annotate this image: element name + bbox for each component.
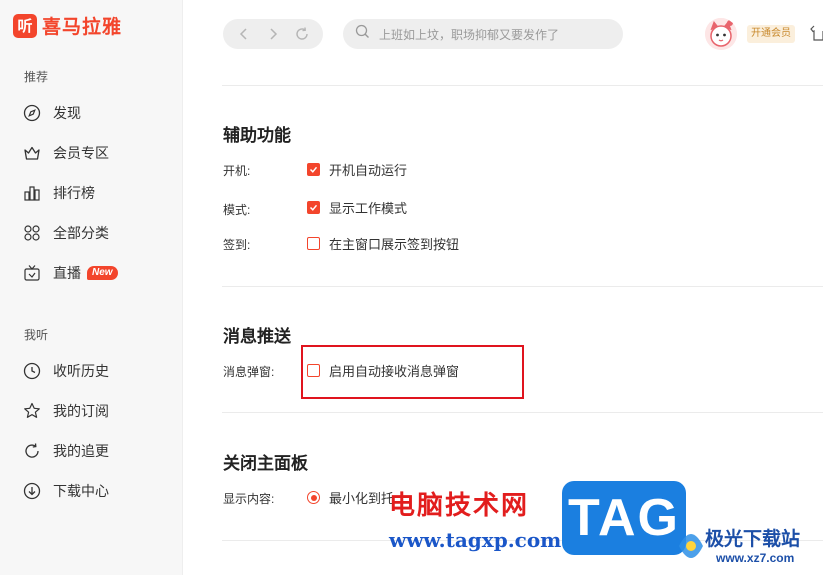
display-content-label: 显示内容:: [223, 492, 275, 506]
sidebar-item-label: 我的追更: [53, 443, 109, 459]
vip-button[interactable]: 开通会员: [747, 25, 795, 43]
minimize-tray-label: 最小化到托: [329, 491, 395, 506]
popup-label: 消息弹窗:: [223, 365, 275, 379]
sidebar-item-label: 发现: [53, 105, 81, 121]
signin-label: 签到:: [223, 238, 251, 252]
section-recommend-label: 推荐: [24, 70, 49, 84]
tv-icon: [22, 263, 42, 283]
new-badge: New: [87, 266, 118, 280]
app-logo[interactable]: 听 喜马拉雅: [13, 12, 122, 39]
logo-icon: 听: [13, 13, 37, 38]
checkbox-unchecked-icon: [307, 237, 320, 250]
divider: [222, 412, 823, 413]
signin-button-label: 在主窗口展示签到按钮: [329, 237, 460, 252]
skin-icon[interactable]: [810, 25, 823, 46]
sidebar: 听 喜马拉雅 推荐 发现 会员专区 排行榜 全部分类 直播 New 我听 收听历…: [0, 0, 183, 575]
sidebar-item-downloads[interactable]: 下载中心: [22, 479, 172, 503]
minimize-tray-radio[interactable]: 最小化到托: [307, 488, 394, 507]
watermark-site-url: www.xz7.com: [716, 551, 795, 565]
sidebar-item-discover[interactable]: 发现: [22, 101, 172, 125]
download-icon: [22, 481, 42, 501]
star-icon: [22, 401, 42, 421]
autostart-label: 开机自动运行: [329, 163, 408, 178]
sidebar-item-label: 我的订阅: [53, 403, 109, 419]
sidebar-item-history[interactable]: 收听历史: [22, 359, 172, 383]
watermark-text: 电脑技术网: [389, 491, 530, 521]
watermark-site-name: 极光下载站: [705, 529, 801, 550]
sidebar-item-ranking[interactable]: 排行榜: [22, 181, 172, 205]
divider: [222, 286, 823, 287]
sidebar-item-live[interactable]: 直播 New: [22, 261, 172, 285]
sidebar-item-label: 收听历史: [53, 363, 109, 379]
logo-text: 喜马拉雅: [42, 17, 123, 38]
sidebar-item-categories[interactable]: 全部分类: [22, 221, 172, 245]
crown-icon: [22, 143, 42, 163]
sidebar-item-following[interactable]: 我的追更: [22, 439, 172, 463]
highlight-annotation: [301, 345, 524, 399]
sidebar-item-label: 直播: [53, 265, 81, 281]
close-panel-title: 关闭主面板: [223, 454, 308, 473]
work-mode-checkbox[interactable]: 显示工作模式: [307, 198, 407, 217]
checkbox-checked-icon: [307, 163, 320, 176]
checkbox-checked-icon: [307, 201, 320, 214]
clock-icon: [22, 361, 42, 381]
avatar[interactable]: [705, 18, 737, 50]
sidebar-item-vip[interactable]: 会员专区: [22, 141, 172, 165]
ranking-icon: [22, 183, 42, 203]
startup-label: 开机:: [223, 164, 251, 178]
autostart-checkbox[interactable]: 开机自动运行: [307, 160, 407, 179]
search-icon: [355, 24, 370, 44]
mode-label: 模式:: [223, 203, 251, 217]
divider: [222, 85, 823, 86]
push-title: 消息推送: [223, 327, 291, 346]
grid-icon: [22, 223, 42, 243]
search-input[interactable]: 上班如上坟，职场抑郁又要发作了: [343, 19, 623, 49]
search-placeholder: 上班如上坟，职场抑郁又要发作了: [379, 27, 560, 42]
refresh-icon: [22, 441, 42, 461]
sidebar-item-label: 会员专区: [53, 145, 109, 161]
section-mine-label: 我听: [24, 328, 49, 342]
compass-icon: [22, 103, 42, 123]
signin-button-checkbox[interactable]: 在主窗口展示签到按钮: [307, 234, 459, 253]
forward-arrow-icon[interactable]: [262, 23, 284, 45]
accessibility-title: 辅助功能: [223, 126, 291, 145]
sidebar-item-label: 下载中心: [53, 483, 109, 499]
back-arrow-icon[interactable]: [233, 23, 255, 45]
watermark-tag-logo: TAG: [562, 481, 686, 555]
radio-selected-icon: [307, 491, 320, 504]
reload-icon[interactable]: [291, 23, 313, 45]
sidebar-item-label: 排行榜: [53, 185, 95, 201]
work-mode-label: 显示工作模式: [329, 201, 408, 216]
history-nav: [223, 19, 323, 49]
watermark-url: www.tagxp.com: [389, 528, 562, 552]
sidebar-item-label: 全部分类: [53, 225, 109, 241]
sidebar-item-subscriptions[interactable]: 我的订阅: [22, 399, 172, 423]
